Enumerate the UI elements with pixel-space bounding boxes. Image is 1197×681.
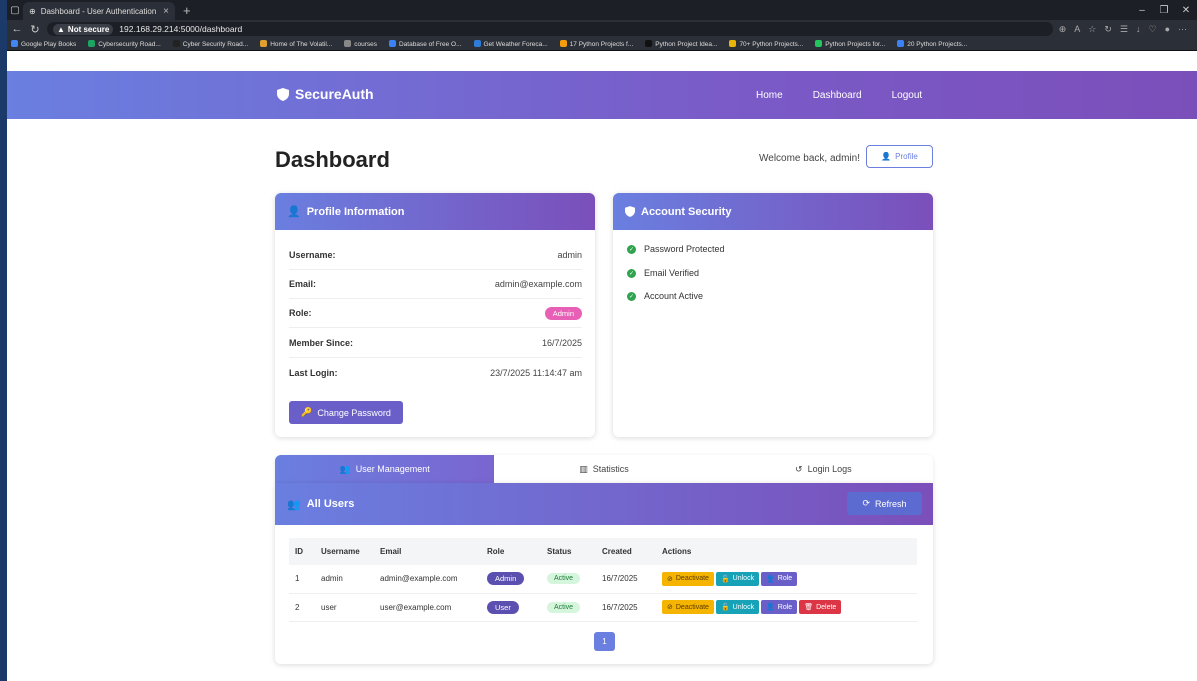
unlock-button[interactable]: 🔓 Unlock: [715, 571, 760, 586]
security-item: ✓ Password Protected: [627, 244, 725, 254]
trash-icon: 🗑: [804, 604, 814, 611]
deactivate-button[interactable]: ⊘ Deactivate: [662, 600, 714, 614]
profile-card: 👤 Profile Information Username: admin Em…: [275, 193, 595, 437]
refresh-icon: ⟳: [862, 498, 871, 508]
security-card-header: Account Security: [613, 193, 933, 230]
col-username: Username: [315, 538, 374, 565]
welcome-text: Welcome back, admin!: [759, 153, 860, 164]
security-item: ✓ Email Verified: [627, 268, 700, 278]
status-badge: Active: [547, 573, 581, 585]
profile-row-username: Username: admin: [289, 241, 582, 270]
profile-row-role: Role: Admin: [289, 299, 582, 328]
user-icon: 👤: [881, 152, 892, 161]
chart-icon: ▥: [579, 463, 588, 474]
delete-button[interactable]: 🗑 Delete: [799, 600, 842, 614]
tab-statistics[interactable]: ▥ Statistics: [494, 455, 714, 483]
role-badge: Admin: [544, 306, 582, 320]
check-circle-icon: ✓: [627, 244, 636, 254]
refresh-button[interactable]: ⟳ Refresh: [847, 492, 922, 515]
profile-button[interactable]: 👤 Profile: [866, 145, 933, 168]
shield-icon: [625, 206, 635, 217]
table-row: 1 admin admin@example.com Admin Active 1…: [289, 565, 917, 594]
users-table: ID Username Email Role Status Created Ac…: [289, 538, 917, 622]
security-card: Account Security ✓ Password Protected ✓ Em…: [613, 193, 933, 437]
change-password-button[interactable]: 🔑 Change Password: [289, 401, 403, 424]
tab-user-management[interactable]: 👥 User Management: [275, 455, 495, 483]
pagination-page-1[interactable]: 1: [594, 632, 615, 651]
status-badge: Active: [547, 601, 581, 613]
users-card-header: 👥 All Users ⟳ Refresh: [275, 483, 933, 525]
ban-icon: ⊘: [667, 575, 673, 583]
profile-row-last-login: Last Login: 23/7/2025 11:14:47 am: [289, 367, 582, 378]
col-actions: Actions: [656, 538, 917, 565]
security-card-title: Account Security: [641, 205, 732, 218]
unlock-icon: 🔓: [720, 575, 730, 583]
unlock-icon: 🔓: [720, 604, 730, 611]
profile-row-email: Email: admin@example.com: [289, 270, 582, 299]
col-id: ID: [289, 538, 315, 565]
users-icon: 👥: [339, 463, 351, 474]
col-role: Role: [481, 538, 541, 565]
role-button[interactable]: 👤 Role: [761, 571, 798, 586]
role-button[interactable]: 👤 Role: [761, 600, 798, 614]
security-item: ✓ Account Active: [627, 291, 704, 301]
check-circle-icon: ✓: [627, 291, 636, 301]
history-icon: ↺: [795, 463, 803, 474]
role-badge: Admin: [487, 572, 525, 586]
col-email: Email: [374, 538, 481, 565]
users-icon: 👥: [287, 498, 301, 511]
profile-card-header: 👤 Profile Information: [275, 193, 595, 230]
profile-card-title: Profile Information: [306, 205, 405, 218]
deactivate-button[interactable]: ⊘ Deactivate: [662, 571, 714, 586]
key-icon: 🔑: [301, 407, 313, 417]
user-cog-icon: 👤: [766, 604, 775, 611]
check-circle-icon: ✓: [627, 268, 636, 278]
users-card-title: All Users: [306, 498, 355, 510]
col-status: Status: [541, 538, 596, 565]
user-cog-icon: 👤: [766, 575, 775, 583]
profile-button-label: Profile: [895, 152, 918, 161]
tab-login-logs[interactable]: ↺ Login Logs: [713, 455, 933, 483]
unlock-button[interactable]: 🔓 Unlock: [715, 600, 760, 614]
dashboard-tabs: 👥 User Management ▥ Statistics ↺ Login Logs: [275, 455, 933, 483]
ban-icon: ⊘: [667, 604, 673, 611]
role-badge: User: [487, 600, 519, 614]
user-icon: 👤: [287, 206, 301, 218]
page-title: Dashboard: [275, 147, 390, 172]
profile-row-member-since: Member Since: 16/7/2025: [289, 329, 582, 358]
table-row: 2 user user@example.com User Active 16/7…: [289, 593, 917, 622]
col-created: Created: [596, 538, 656, 565]
